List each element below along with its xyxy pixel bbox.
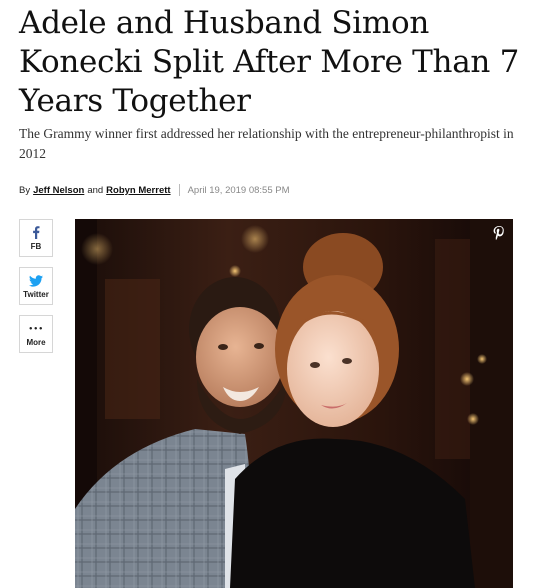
share-facebook-label: FB (30, 242, 42, 251)
pinterest-icon[interactable] (491, 225, 507, 241)
share-twitter-label: Twitter (23, 290, 49, 299)
article-headline: Adele and Husband Simon Konecki Split Af… (19, 5, 520, 119)
byline: By Jeff Nelson and Robyn Merrett April 1… (19, 182, 290, 198)
article-dek: The Grammy winner first addressed her re… (19, 126, 514, 161)
byline-prefix: By (19, 184, 31, 196)
facebook-icon (32, 225, 40, 240)
share-rail: FB Twitter ••• More (19, 219, 53, 363)
author-link-jeff-nelson[interactable]: Jeff Nelson (33, 185, 84, 196)
byline-conjunction: and (87, 184, 104, 196)
byline-divider (178, 184, 180, 196)
share-more-label: More (26, 338, 46, 347)
hero-photo-illustration (75, 219, 513, 588)
author-link-robyn-merrett[interactable]: Robyn Merrett (106, 185, 170, 196)
share-more-button[interactable]: ••• More (19, 315, 53, 353)
publish-date: April 19, 2019 08:55 PM (187, 184, 290, 196)
more-dots-icon: ••• (28, 324, 44, 333)
twitter-icon (29, 273, 43, 288)
share-facebook-button[interactable]: FB (19, 219, 53, 257)
share-twitter-button[interactable]: Twitter (19, 267, 53, 305)
hero-photo (75, 219, 513, 588)
